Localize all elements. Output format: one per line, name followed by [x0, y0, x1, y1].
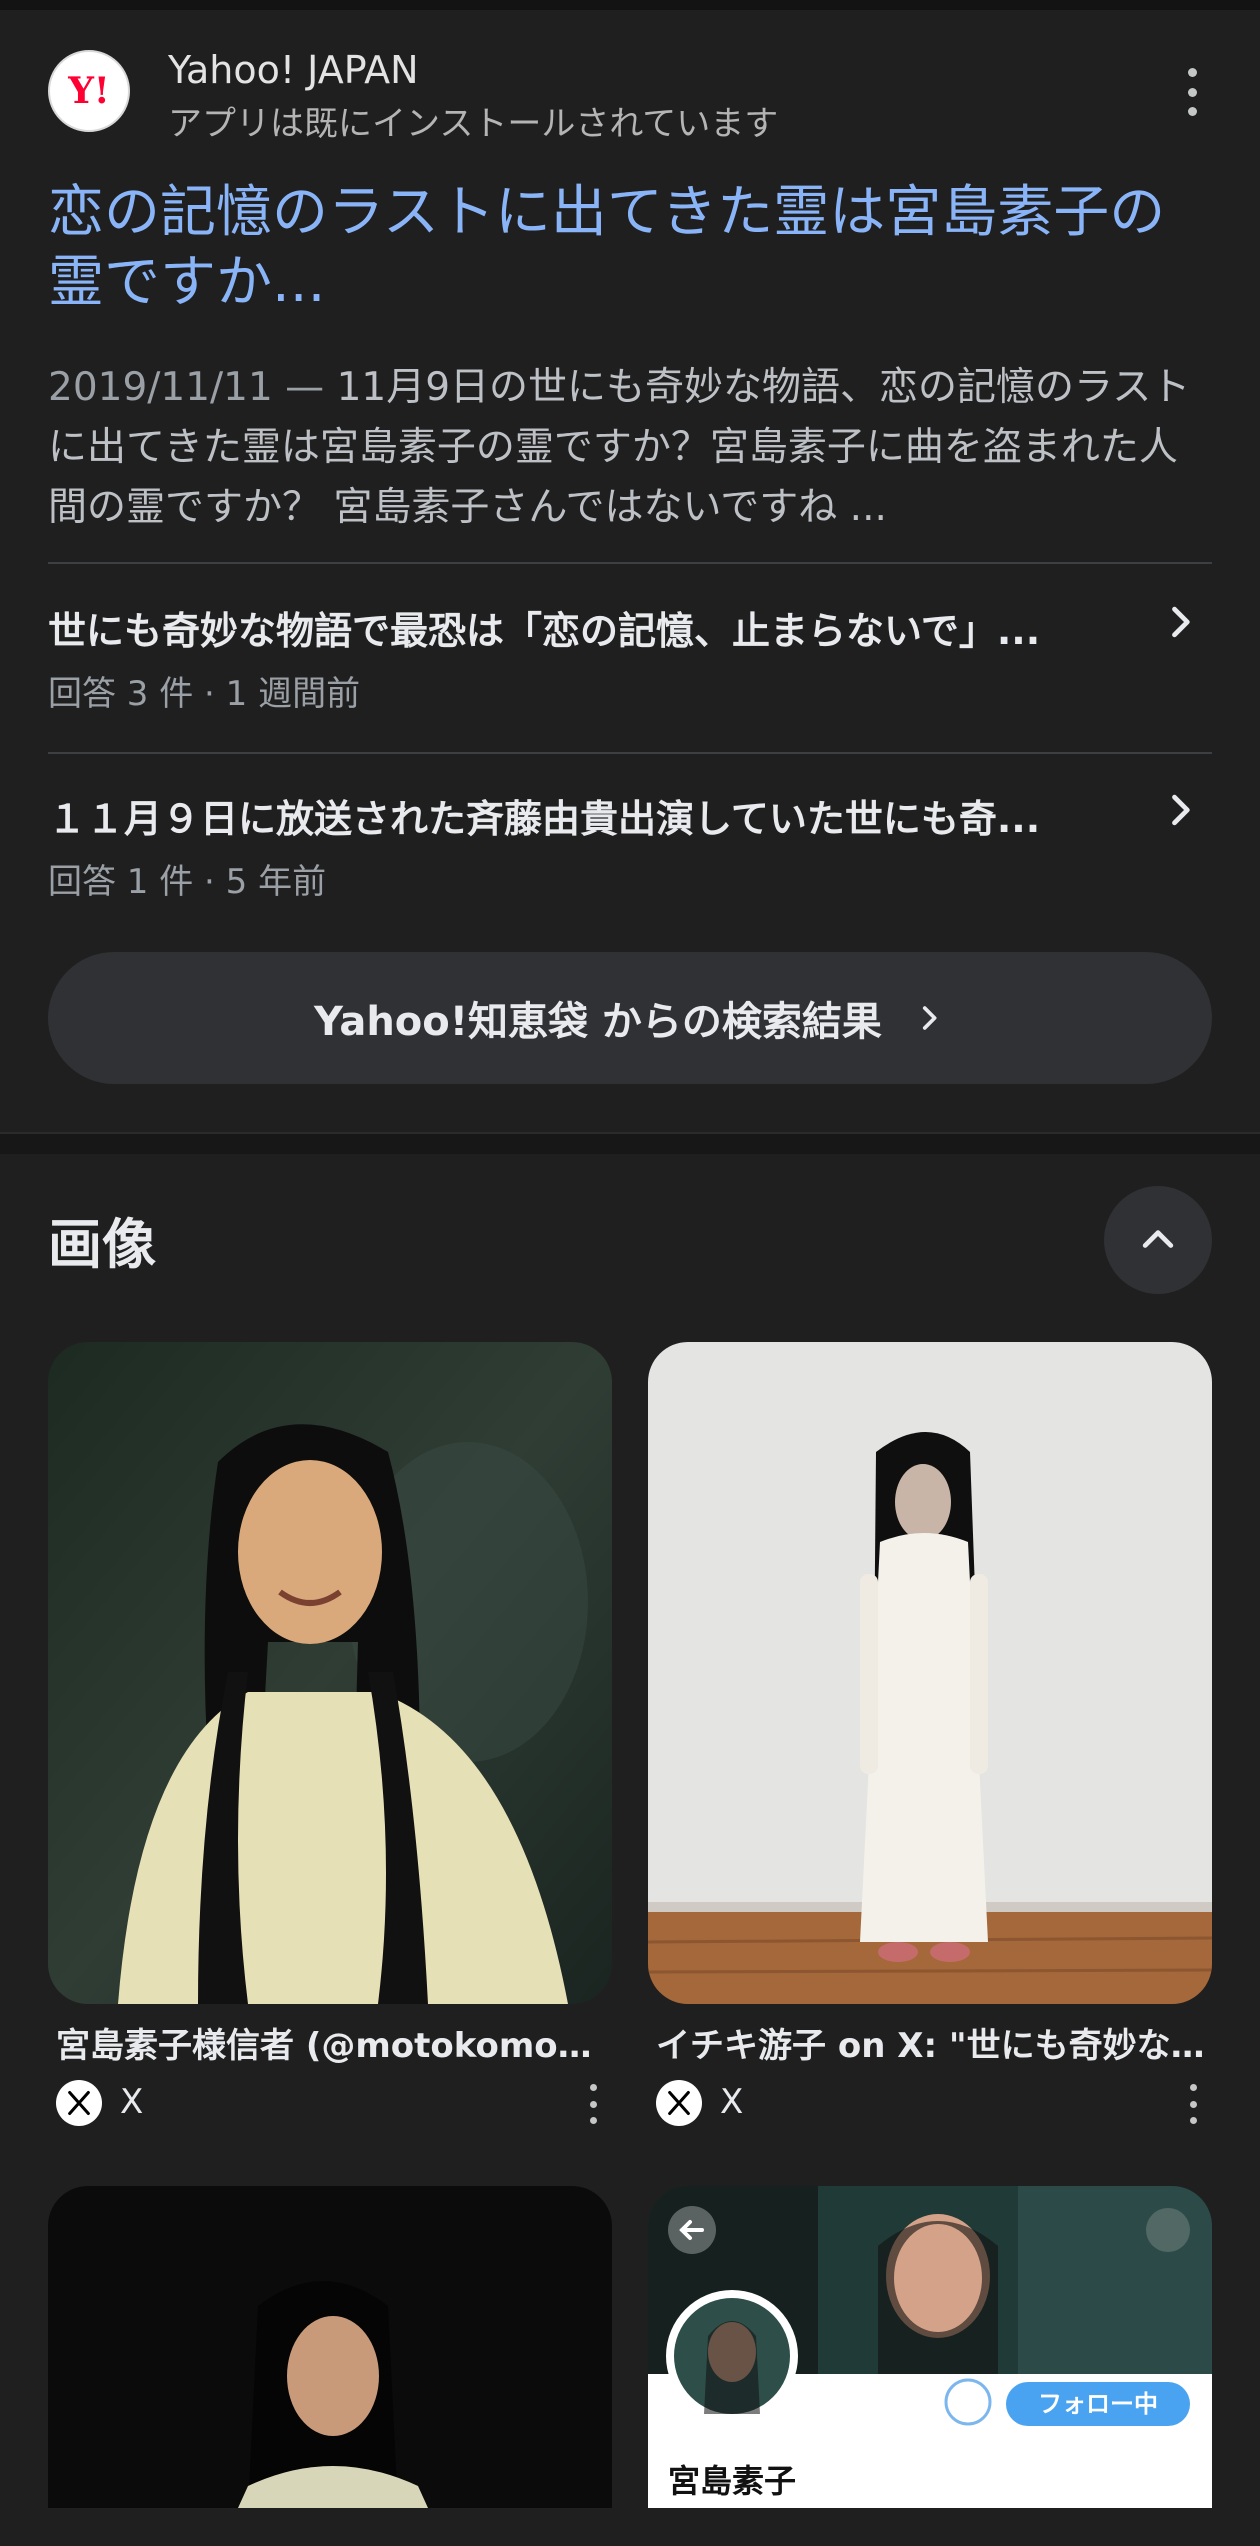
site-name: Yahoo! JAPAN: [168, 48, 419, 92]
more-results-button[interactable]: Yahoo!知恵袋 からの検索結果: [48, 952, 1212, 1084]
collapse-button[interactable]: [1104, 1186, 1212, 1294]
related-question-title: 世にも奇妙な物語で最恐は「恋の記憶、止まらないで」...: [48, 609, 1041, 653]
more-results-label: Yahoo!知恵袋 からの検索結果: [314, 999, 882, 1045]
related-question-meta: 回答 3 件 · 1 週間前: [48, 674, 361, 714]
more-vert-icon[interactable]: [1172, 68, 1212, 116]
favicon-logo-text: Y!: [68, 70, 110, 112]
image-source: X: [56, 2080, 612, 2126]
bottom-edge: [0, 2508, 1260, 2546]
divider: [48, 562, 1212, 564]
result-source-row[interactable]: Y! Yahoo! JAPAN アプリは既にインストールされています: [48, 48, 1212, 144]
image-thumbnail[interactable]: [48, 2186, 612, 2508]
source-name: X: [120, 2082, 144, 2122]
snippet-date: 2019/11/11 —: [48, 365, 337, 410]
source-name: X: [720, 2082, 744, 2122]
result-title-link[interactable]: 恋の記憶のラストに出てきた霊は宮島素子の霊ですか...: [48, 178, 1212, 318]
image-source: X: [656, 2080, 1212, 2126]
related-question-2[interactable]: １１月９日に放送された斉藤由貴出演していた世にも奇... 回答 1 件 · 5 …: [48, 770, 1212, 920]
related-question-1[interactable]: 世にも奇妙な物語で最恐は「恋の記憶、止まらないで」... 回答 3 件 · 1 …: [48, 582, 1212, 732]
related-question-title: １１月９日に放送された斉藤由貴出演していた世にも奇...: [48, 797, 1041, 841]
image-caption: イチキ游子 on X: "世にも奇妙な...: [656, 2026, 1206, 2066]
more-vert-icon[interactable]: [1186, 2084, 1200, 2124]
image-caption: 宮島素子様信者 (@motokomoto...: [56, 2026, 606, 2066]
section-separator: [0, 1132, 1260, 1154]
result-snippet: 2019/11/11 — 11月9日の世にも奇妙な物語、恋の記憶のラストに出てき…: [48, 358, 1212, 538]
image-thumbnail[interactable]: [48, 1342, 612, 2004]
x-logo-icon: [656, 2080, 702, 2126]
site-subtitle: アプリは既にインストールされています: [168, 104, 779, 144]
follow-label: フォロー中: [1038, 2390, 1158, 2418]
profile-name: 宮島素子: [668, 2462, 797, 2500]
chevron-right-icon: [922, 1006, 937, 1030]
divider: [48, 752, 1212, 754]
images-heading: 画像: [48, 1213, 156, 1276]
related-question-meta: 回答 1 件 · 5 年前: [48, 862, 327, 902]
chevron-right-icon: [1172, 794, 1190, 826]
chevron-right-icon: [1172, 606, 1190, 638]
chevron-up-icon: [1142, 1230, 1174, 1248]
status-strip: [0, 0, 1260, 10]
x-logo-icon: [56, 2080, 102, 2126]
more-vert-icon[interactable]: [586, 2084, 600, 2124]
yahoo-favicon-icon: Y!: [48, 50, 130, 132]
image-thumbnail[interactable]: [648, 1342, 1212, 2004]
